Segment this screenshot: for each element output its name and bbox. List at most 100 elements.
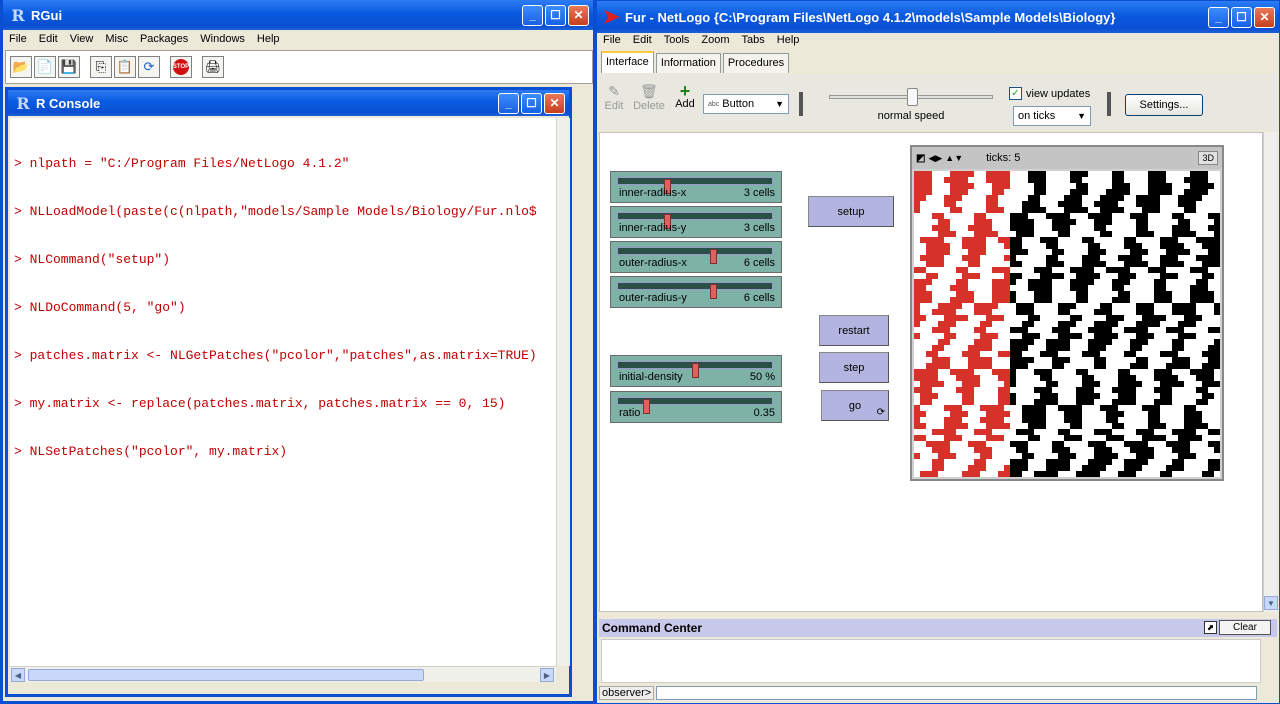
paste-icon[interactable]: 📋 (114, 56, 136, 78)
patch (1148, 195, 1154, 201)
step-button[interactable]: step (819, 352, 889, 383)
3d-button[interactable]: 3D (1198, 151, 1218, 165)
tab-interface[interactable]: Interface (601, 51, 654, 73)
patch (986, 309, 992, 315)
patch (944, 441, 950, 447)
slider-value: 3 cells (743, 222, 775, 234)
menu-windows[interactable]: Windows (194, 30, 251, 49)
tab-information[interactable]: Information (655, 53, 721, 73)
menu-misc[interactable]: Misc (99, 30, 134, 49)
menu-tools[interactable]: Tools (658, 31, 696, 50)
menu-packages[interactable]: Packages (134, 30, 194, 49)
command-input[interactable] (656, 686, 1257, 700)
go-button[interactable]: go ⟳ (821, 390, 889, 421)
slider-handle[interactable] (692, 363, 699, 378)
patch (932, 351, 938, 357)
scroll-down-icon[interactable]: ▼ (1264, 596, 1278, 610)
resize-icon[interactable]: ◩ (916, 153, 925, 164)
patch (956, 195, 962, 201)
setup-button[interactable]: setup (808, 196, 894, 227)
save-icon[interactable]: 💾 (58, 56, 80, 78)
observer-prompt[interactable]: observer> (599, 686, 655, 700)
slider-handle[interactable] (643, 399, 650, 414)
patch (938, 363, 944, 369)
menu-file[interactable]: File (3, 30, 33, 49)
minimize-button[interactable]: _ (522, 4, 543, 26)
clear-button[interactable]: Clear (1219, 620, 1271, 635)
menu-zoom[interactable]: Zoom (695, 31, 735, 50)
patch (1202, 297, 1208, 303)
slider-initial-density[interactable]: initial-density 50 % (610, 355, 782, 387)
slider-ratio[interactable]: ratio 0.35 (610, 391, 782, 423)
add-button[interactable]: + Add (673, 82, 697, 110)
maximize-button[interactable]: ☐ (1231, 6, 1252, 28)
settings-button[interactable]: Settings... (1125, 94, 1203, 116)
rgui-title: RGui (31, 7, 63, 23)
patch (1118, 273, 1124, 279)
close-button[interactable]: ✕ (544, 92, 565, 114)
menu-help[interactable]: Help (771, 31, 806, 50)
speed-slider[interactable] (829, 88, 993, 106)
view-updates-checkbox[interactable]: ✓ view updates (1009, 87, 1090, 100)
console-scroll-thumb[interactable] (28, 669, 424, 681)
load-workspace-icon[interactable]: 📄 (34, 56, 56, 78)
print-icon[interactable]: 🖨 (202, 56, 224, 78)
menu-view[interactable]: View (64, 30, 100, 49)
widget-type-select[interactable]: abc Button ▼ (703, 94, 789, 114)
stop-icon[interactable]: STOP (170, 56, 192, 78)
command-output[interactable] (601, 639, 1261, 683)
menu-tabs[interactable]: Tabs (736, 31, 771, 50)
patch (962, 279, 968, 285)
console-vertical-scrollbar[interactable] (556, 118, 570, 666)
patch (1202, 363, 1208, 369)
patch (1202, 243, 1208, 249)
patch (1142, 405, 1148, 411)
minimize-button[interactable]: _ (498, 92, 519, 114)
console-horizontal-scrollbar[interactable]: ◀ ▶ (10, 666, 556, 682)
minimize-button[interactable]: _ (1208, 6, 1229, 28)
arrows-vertical-icon[interactable]: ▲▼ (945, 154, 963, 163)
menu-edit[interactable]: Edit (33, 30, 64, 49)
tab-procedures[interactable]: Procedures (722, 53, 790, 73)
netlogo-titlebar[interactable]: Fur - NetLogo {C:\Program Files\NetLogo … (597, 1, 1279, 33)
edit-button[interactable]: ✎ Edit (603, 84, 625, 112)
slider-outer-radius-x[interactable]: outer-radius-x 6 cells (610, 241, 782, 273)
menu-help[interactable]: Help (251, 30, 286, 49)
update-mode-select[interactable]: on ticks ▼ (1013, 106, 1091, 126)
r-console-titlebar[interactable]: R R Console _ ☐ ✕ (8, 90, 569, 116)
patch (1058, 273, 1064, 279)
slider-handle[interactable] (710, 284, 717, 299)
close-button[interactable]: ✕ (1254, 6, 1275, 28)
arrows-horizontal-icon[interactable]: ◀▶ (928, 153, 942, 164)
world-view[interactable]: ◩ ◀▶ ▲▼ ticks: 5 3D (910, 145, 1224, 481)
maximize-button[interactable]: ☐ (545, 4, 566, 26)
slider-inner-radius-x[interactable]: inner-radius-x 3 cells (610, 171, 782, 203)
patch (1028, 417, 1034, 423)
patch (1202, 273, 1208, 279)
slider-outer-radius-y[interactable]: outer-radius-y 6 cells (610, 276, 782, 308)
menu-file[interactable]: File (597, 31, 627, 50)
slider-inner-radius-y[interactable]: inner-radius-y 3 cells (610, 206, 782, 238)
patch (992, 435, 998, 441)
patch (1148, 189, 1154, 195)
copy-paste-icon[interactable]: ⟳ (138, 56, 160, 78)
slider-handle[interactable] (710, 249, 717, 264)
menu-edit[interactable]: Edit (627, 31, 658, 50)
interface-vertical-scrollbar[interactable]: ▼ (1263, 132, 1278, 612)
scroll-left-icon[interactable]: ◀ (11, 668, 25, 682)
speed-slider-handle[interactable] (907, 88, 918, 106)
maximize-button[interactable]: ☐ (521, 92, 542, 114)
restart-button[interactable]: restart (819, 315, 889, 346)
close-button[interactable]: ✕ (568, 4, 589, 26)
scroll-right-icon[interactable]: ▶ (540, 668, 554, 682)
rgui-titlebar[interactable]: R RGui _ ☐ ✕ (3, 0, 593, 30)
patch (926, 375, 932, 381)
edit-label: Edit (604, 100, 624, 112)
patch (1058, 261, 1064, 267)
detach-icon[interactable]: ⬈ (1204, 621, 1217, 634)
open-script-icon[interactable]: 📂 (10, 56, 32, 78)
delete-button[interactable]: 🗑 Delete (629, 84, 669, 112)
copy-icon[interactable]: ⎘ (90, 56, 112, 78)
console-output[interactable]: > nlpath = "C:/Program Files/NetLogo 4.1… (10, 118, 556, 666)
patch (968, 225, 974, 231)
